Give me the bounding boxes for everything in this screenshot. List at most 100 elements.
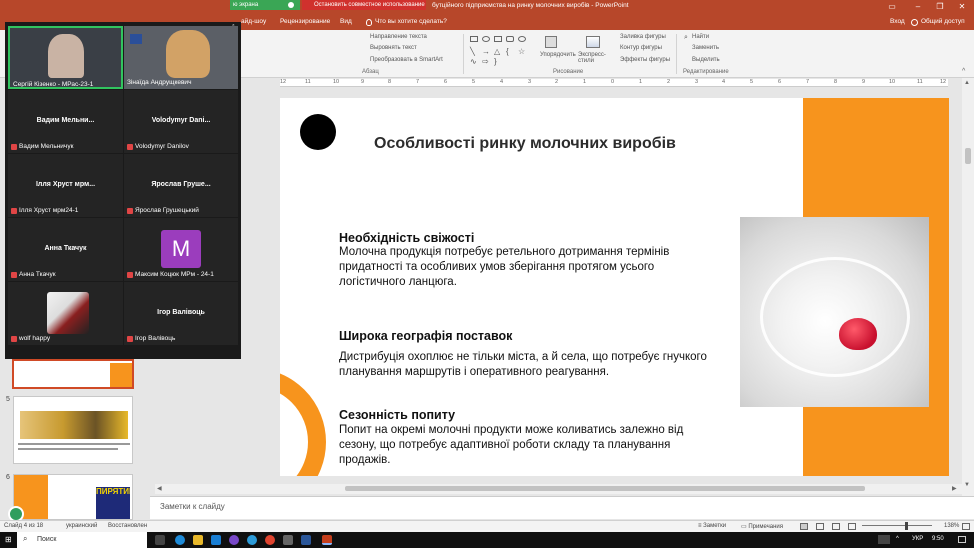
rectangle-shape-icon[interactable] <box>470 36 478 42</box>
brace-shape-icon[interactable]: { <box>506 47 509 56</box>
comments-button[interactable]: ▭ Примечания <box>741 523 783 530</box>
close-icon[interactable]: ✕ <box>956 2 968 12</box>
notifications-icon[interactable] <box>958 536 966 543</box>
convert-smartart-button[interactable]: Преобразовать в SmartArt <box>370 57 443 63</box>
arrow-shape-icon[interactable]: → <box>482 47 490 56</box>
notes-placeholder[interactable]: Заметки к слайду <box>160 502 225 511</box>
scrollbar-thumb[interactable] <box>965 148 971 164</box>
taskbar-search-box[interactable]: ⌕ Поиск <box>17 532 147 548</box>
line-shape-icon[interactable]: ╲ <box>470 47 475 56</box>
share-button[interactable]: Общий доступ <box>921 18 965 25</box>
slide-sorter-icon[interactable] <box>816 523 824 530</box>
select-button[interactable]: Выделить <box>692 57 720 63</box>
scroll-up-icon[interactable]: ▲ <box>964 80 970 86</box>
slide-thumbnail-5[interactable] <box>13 396 133 464</box>
participant-tile[interactable]: Зінаїда Андрущкевич <box>124 26 238 89</box>
zoom-level[interactable]: 138% <box>944 523 959 529</box>
section-text-freshness[interactable]: Молочна продукція потребує ретельного до… <box>339 245 711 290</box>
zoom-slider[interactable] <box>862 525 932 526</box>
participant-tile[interactable]: Анна Ткачук Анна Ткачук <box>8 218 123 281</box>
vertical-scrollbar[interactable]: ▲ ▼ <box>962 78 974 496</box>
tab-slideshow[interactable]: айд-шоу <box>241 18 266 25</box>
notes-toggle-button[interactable]: ≡ Заметки <box>698 523 726 529</box>
align-text-button[interactable]: Выровнять текст <box>370 45 417 51</box>
chrome-icon[interactable] <box>265 535 275 545</box>
participant-tile[interactable]: Volodymyr Dani... Volodymyr Danilov <box>124 90 238 153</box>
horizontal-scrollbar[interactable]: ◀ ▶ <box>155 484 962 494</box>
section-heading-freshness[interactable]: Необхідність свіжості <box>339 231 474 245</box>
shape-fill-button[interactable]: Заливка фигуры <box>620 34 666 40</box>
section-text-seasonality[interactable]: Попит на окремі молочні продукти може ко… <box>339 423 711 468</box>
slide-thumbnail-4[interactable] <box>12 359 134 389</box>
windows-start-icon[interactable]: ⊞ <box>5 535 12 544</box>
shapes-gallery[interactable]: ╲ → △ { ☆ ∿ ⇨ } <box>468 34 534 66</box>
participant-tile[interactable]: Сергій Кізенко - МРас-23-1 <box>8 26 123 89</box>
block-arrow-shape-icon[interactable]: ⇨ <box>482 57 489 66</box>
participant-tile[interactable]: Ігор Валівоць Ігор Валівоць <box>124 282 238 345</box>
textbox-shape-icon[interactable] <box>494 36 502 42</box>
slide-canvas[interactable]: Особливості ринку молочних виробів Необх… <box>280 98 949 476</box>
reading-view-icon[interactable] <box>832 523 840 530</box>
sign-in-link[interactable]: Вход <box>890 18 905 25</box>
section-heading-seasonality[interactable]: Сезонність попиту <box>339 408 455 422</box>
section-heading-geography[interactable]: Широка географія поставок <box>339 329 512 343</box>
slide-title[interactable]: Особливості ринку молочних виробів <box>374 135 676 153</box>
tab-view[interactable]: Вид <box>340 18 352 25</box>
star-shape-icon[interactable]: ☆ <box>518 47 525 56</box>
participant-tile[interactable]: wolf happy <box>8 282 123 345</box>
circle-shape-icon[interactable] <box>518 36 526 42</box>
collapse-ribbon-icon[interactable]: ^ <box>962 68 965 75</box>
oval-shape-icon[interactable] <box>482 36 490 42</box>
task-view-icon[interactable] <box>155 535 165 545</box>
section-text-geography[interactable]: Дистрибуція охоплює не тільки міста, а й… <box>339 350 711 380</box>
participant-tile[interactable]: M Максим Коцюк МРм - 24-1 <box>124 218 238 281</box>
app-icon[interactable] <box>283 535 293 545</box>
find-button[interactable]: Найти <box>692 34 709 40</box>
file-explorer-icon[interactable] <box>193 535 203 545</box>
minimize-icon[interactable]: – <box>912 2 924 12</box>
scroll-right-icon[interactable]: ▶ <box>952 485 957 492</box>
viber-icon[interactable] <box>229 535 239 545</box>
bracket-shape-icon[interactable]: } <box>494 57 497 66</box>
stop-share-button[interactable]: Остановить совместное использование <box>302 0 426 10</box>
telegram-icon[interactable] <box>247 535 257 545</box>
curve-shape-icon[interactable]: ∿ <box>470 57 477 66</box>
notes-pane[interactable]: Заметки к слайду <box>150 496 974 519</box>
language-indicator[interactable]: украинский <box>66 523 97 529</box>
normal-view-icon[interactable] <box>800 523 808 530</box>
input-language[interactable]: УКР <box>912 536 923 542</box>
tell-me-search[interactable]: Что вы хотите сделать? <box>375 18 447 25</box>
replace-button[interactable]: Заменить <box>692 45 719 51</box>
participant-tile[interactable]: Ярослав Груше... Ярослав Грушецький <box>124 154 238 217</box>
tray-arrow-icon[interactable]: ^ <box>896 536 899 542</box>
participant-name: Анна Ткачук <box>44 245 87 252</box>
zoom-slider-handle[interactable] <box>905 522 908 530</box>
slideshow-view-icon[interactable] <box>848 523 856 530</box>
scroll-left-icon[interactable]: ◀ <box>157 485 162 492</box>
participant-tile[interactable]: Вадим Мельни... Вадим Мельничук <box>8 90 123 153</box>
ruler-number: 10 <box>889 79 896 85</box>
drawing-group-label: Рисование <box>553 69 584 75</box>
text-direction-button[interactable]: Направление текста <box>370 34 427 40</box>
quick-styles-button[interactable]: Экспресс-стили <box>578 52 610 64</box>
shape-effects-button[interactable]: Эффекты фигуры <box>620 57 670 63</box>
powerpoint-icon[interactable] <box>322 535 332 545</box>
fit-to-window-icon[interactable] <box>962 523 970 530</box>
edge-icon[interactable] <box>175 535 185 545</box>
triangle-shape-icon[interactable]: △ <box>494 47 500 56</box>
maximize-icon[interactable]: ❐ <box>934 2 946 12</box>
zoom-app-icon[interactable] <box>211 535 221 545</box>
milk-splash-ring <box>760 257 910 377</box>
ribbon-display-icon[interactable]: ▭ <box>886 2 898 12</box>
participant-tile[interactable]: Ілля Хруст мрм... Ілля Хруст мрм24-1 <box>8 154 123 217</box>
shape-outline-button[interactable]: Контур фигуры <box>620 45 662 51</box>
rounded-rect-shape-icon[interactable] <box>506 36 514 42</box>
tab-review[interactable]: Рецензирование <box>280 18 330 25</box>
arrange-button[interactable]: Упорядочить <box>540 52 576 58</box>
word-icon[interactable] <box>301 535 311 545</box>
clock[interactable]: 9:50 <box>932 536 944 542</box>
slide-thumbnail-6[interactable]: ПИРЯТИН <box>13 474 133 520</box>
milk-splash-image[interactable] <box>740 217 929 407</box>
scroll-down-icon[interactable]: ▼ <box>964 482 970 488</box>
scrollbar-thumb[interactable] <box>345 486 865 491</box>
